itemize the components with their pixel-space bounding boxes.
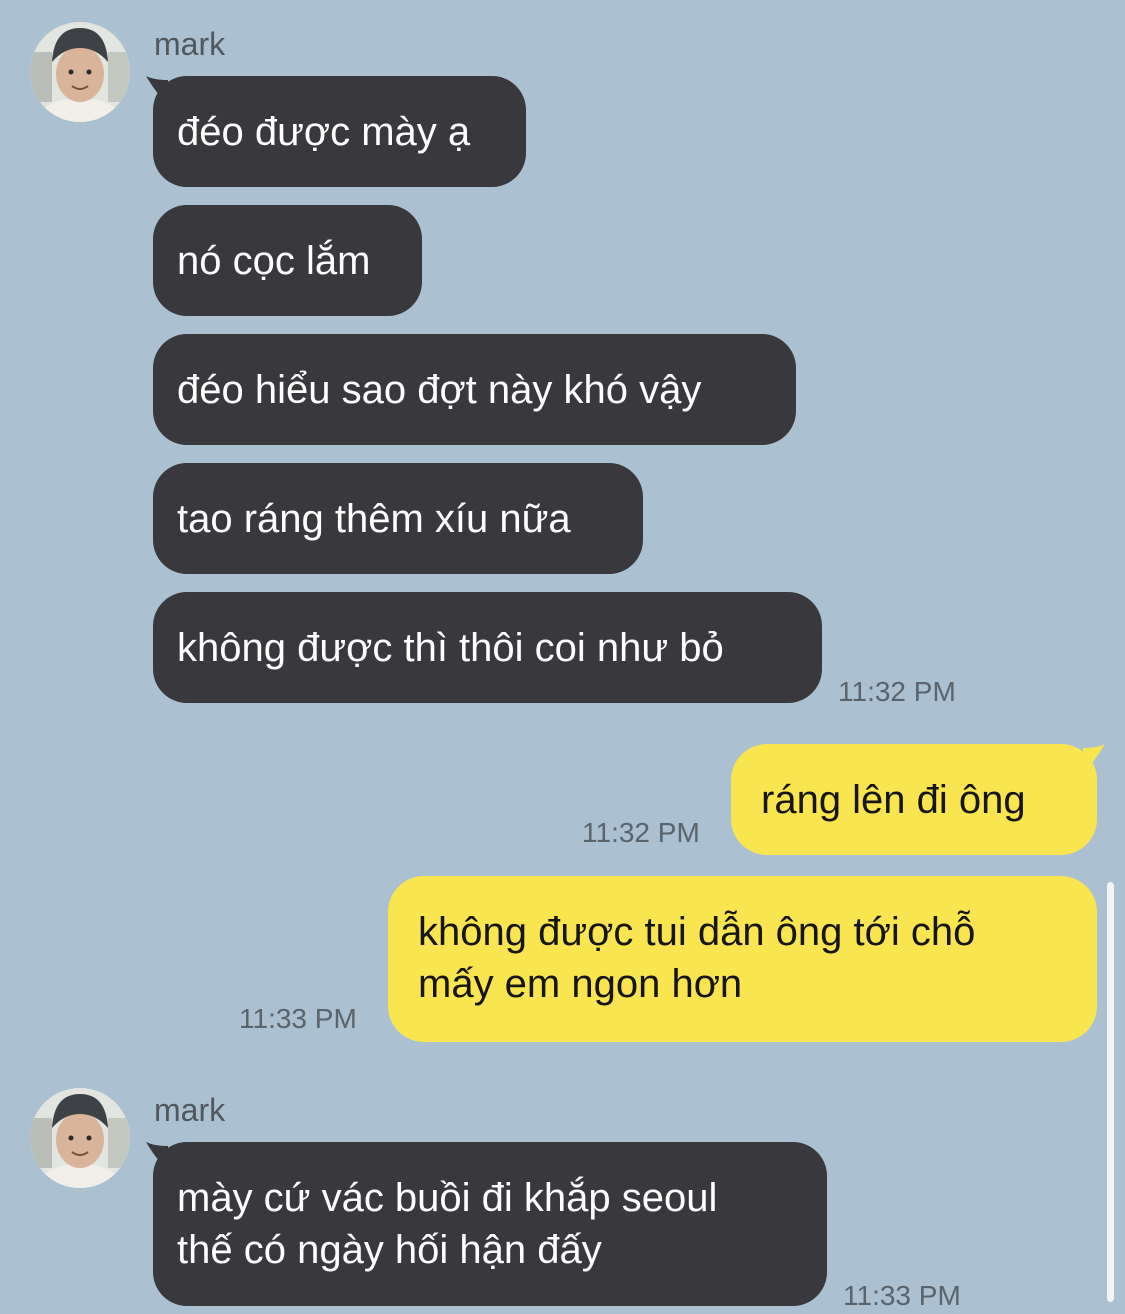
avatar-photo-icon	[30, 22, 130, 122]
message-bubble-incoming[interactable]: đéo hiểu sao đợt này khó vậy	[153, 334, 796, 445]
scrollbar[interactable]	[1107, 882, 1114, 1302]
message-timestamp: 11:33 PM	[239, 1003, 357, 1034]
message-timestamp: 11:32 PM	[582, 817, 700, 848]
message-text-line-2: mấy em ngon hơn	[418, 962, 743, 1006]
sender-name: mark	[154, 1092, 226, 1128]
avatar-photo-icon	[30, 1088, 130, 1188]
message-text: không được thì thôi coi như bỏ	[177, 625, 724, 670]
message-text-line-1: mày cứ vác buồi đi khắp seoul	[177, 1176, 718, 1220]
message-bubble-incoming[interactable]: không được thì thôi coi như bỏ	[153, 592, 822, 703]
sender-name: mark	[154, 26, 226, 62]
avatar[interactable]	[30, 1088, 130, 1188]
message-text: nó cọc lắm	[177, 238, 371, 283]
message-bubble-outgoing[interactable]: không được tui dẫn ông tới chỗ mấy em ng…	[388, 876, 1097, 1042]
message-text-line-2: thế có ngày hối hận đấy	[177, 1228, 602, 1272]
message-bubble-incoming[interactable]: nó cọc lắm	[153, 205, 422, 316]
message-text: đéo được mày ạ	[177, 109, 471, 154]
message-bubble-incoming[interactable]: đéo được mày ạ	[153, 76, 526, 187]
message-timestamp: 11:32 PM	[838, 676, 956, 707]
message-text: tao ráng thêm xíu nữa	[177, 496, 571, 541]
avatar[interactable]	[30, 22, 130, 122]
message-text: ráng lên đi ông	[761, 777, 1026, 822]
message-bubble-incoming[interactable]: tao ráng thêm xíu nữa	[153, 463, 643, 574]
bubble-tail-outgoing	[1083, 744, 1105, 772]
message-text-line-1: không được tui dẫn ông tới chỗ	[418, 910, 976, 954]
message-text: đéo hiểu sao đợt này khó vậy	[177, 367, 702, 412]
message-bubble-incoming[interactable]: mày cứ vác buồi đi khắp seoul thế có ngà…	[153, 1142, 827, 1306]
message-timestamp: 11:33 PM	[843, 1280, 961, 1311]
message-bubble-outgoing[interactable]: ráng lên đi ông	[731, 744, 1097, 855]
